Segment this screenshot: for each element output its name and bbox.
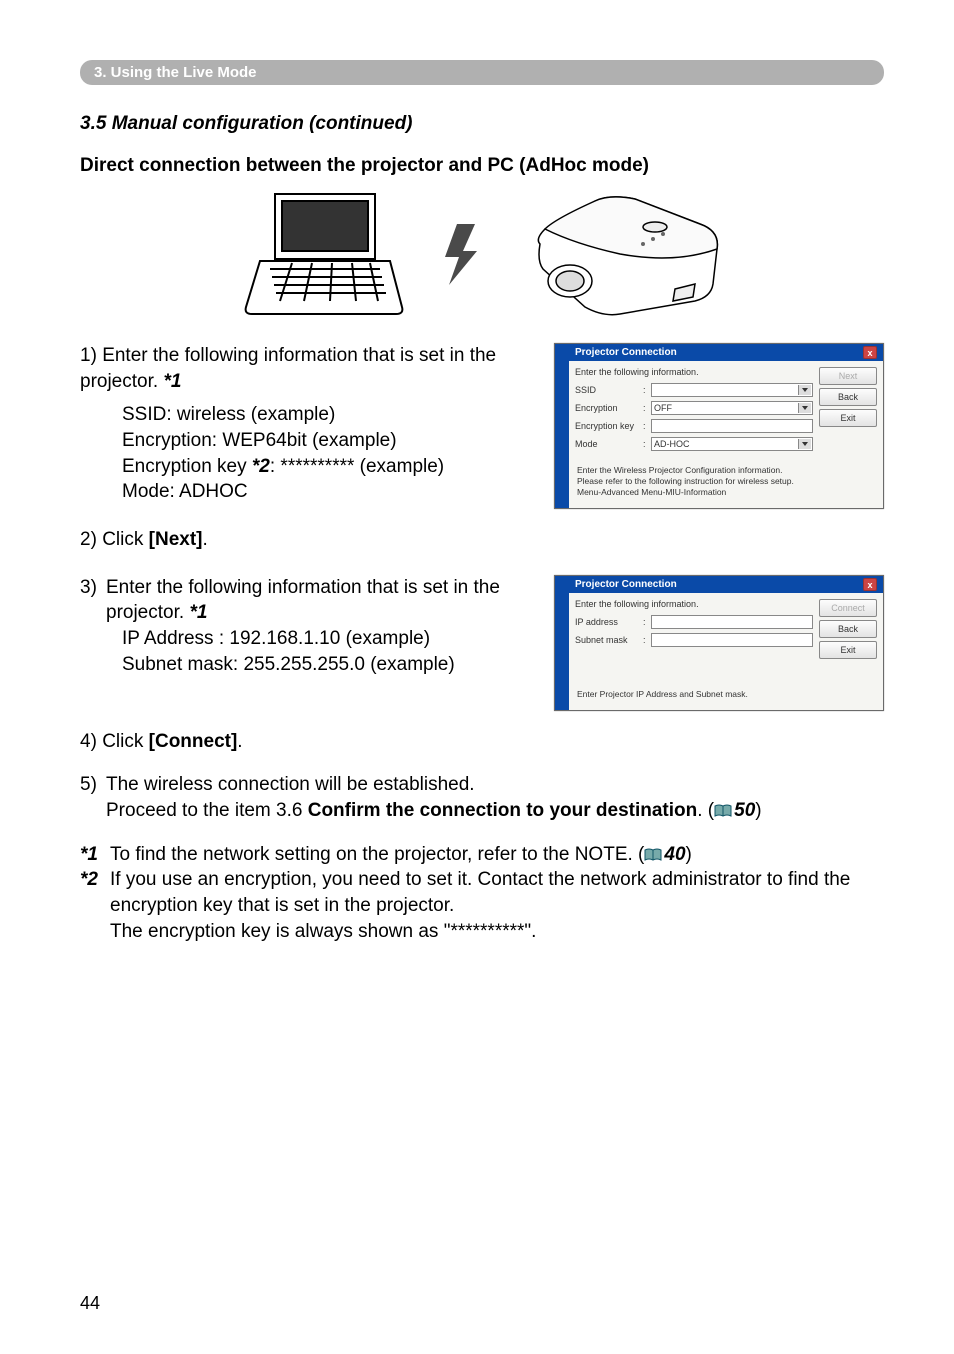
dialog-wireless-config: Projector Connection x Enter the followi… bbox=[554, 343, 884, 509]
encryption-select[interactable]: OFF bbox=[651, 401, 813, 415]
subnet-input[interactable] bbox=[651, 633, 813, 647]
close-icon[interactable]: x bbox=[863, 346, 877, 359]
flash-icon bbox=[435, 219, 495, 289]
dialog-footer: Enter the Wireless Projector Configurati… bbox=[569, 459, 883, 508]
ssid-label: SSID bbox=[575, 385, 643, 395]
dialog-title: Projector Connection bbox=[575, 347, 677, 358]
page-number: 44 bbox=[80, 1293, 100, 1314]
ip-input[interactable] bbox=[651, 615, 813, 629]
exit-button[interactable]: Exit bbox=[819, 641, 877, 659]
exit-button[interactable]: Exit bbox=[819, 409, 877, 427]
book-icon bbox=[644, 848, 662, 862]
step-5: 5) The wireless connection will be estab… bbox=[80, 772, 884, 823]
footnote-1: *1 To find the network setting on the pr… bbox=[80, 842, 884, 868]
encryption-label: Encryption bbox=[575, 403, 643, 413]
step-3-details: IP Address : 192.168.1.10 (example) Subn… bbox=[80, 626, 524, 677]
step-4: 4) Click [Connect]. bbox=[80, 729, 884, 755]
section-bar: 3. Using the Live Mode bbox=[80, 60, 884, 85]
connect-button[interactable]: Connect bbox=[819, 599, 877, 617]
close-icon[interactable]: x bbox=[863, 578, 877, 591]
dialog-instruction: Enter the following information. bbox=[575, 367, 813, 377]
dialog-instruction: Enter the following information. bbox=[575, 599, 813, 609]
mode-select[interactable]: AD-HOC bbox=[651, 437, 813, 451]
back-button[interactable]: Back bbox=[819, 388, 877, 406]
next-button[interactable]: Next bbox=[819, 367, 877, 385]
book-icon bbox=[714, 804, 732, 818]
step-3: 3) Enter the following information that … bbox=[80, 575, 524, 626]
laptop-icon bbox=[240, 189, 405, 319]
encryption-key-input[interactable] bbox=[651, 419, 813, 433]
encryption-key-label: Encryption key bbox=[575, 421, 643, 431]
ssid-input[interactable] bbox=[651, 383, 813, 397]
projector-icon bbox=[525, 189, 725, 319]
dialog-footer: Enter Projector IP Address and Subnet ma… bbox=[569, 683, 883, 710]
step-1: 1) Enter the following information that … bbox=[80, 343, 524, 394]
ip-label: IP address bbox=[575, 617, 643, 627]
step-2: 2) Click [Next]. bbox=[80, 527, 884, 553]
mode-label: Mode bbox=[575, 439, 643, 449]
step-1-details: SSID: wireless (example) Encryption: WEP… bbox=[80, 402, 524, 505]
subnet-label: Subnet mask bbox=[575, 635, 643, 645]
sub-sub-heading: Direct connection between the projector … bbox=[80, 155, 884, 177]
back-button[interactable]: Back bbox=[819, 620, 877, 638]
footnote-2: *2 If you use an encryption, you need to… bbox=[80, 867, 884, 944]
illustration-row bbox=[80, 189, 884, 319]
sub-heading: 3.5 Manual configuration (continued) bbox=[80, 113, 884, 135]
dialog-ip-config: Projector Connection x Enter the followi… bbox=[554, 575, 884, 711]
dialog-title: Projector Connection bbox=[575, 579, 677, 590]
